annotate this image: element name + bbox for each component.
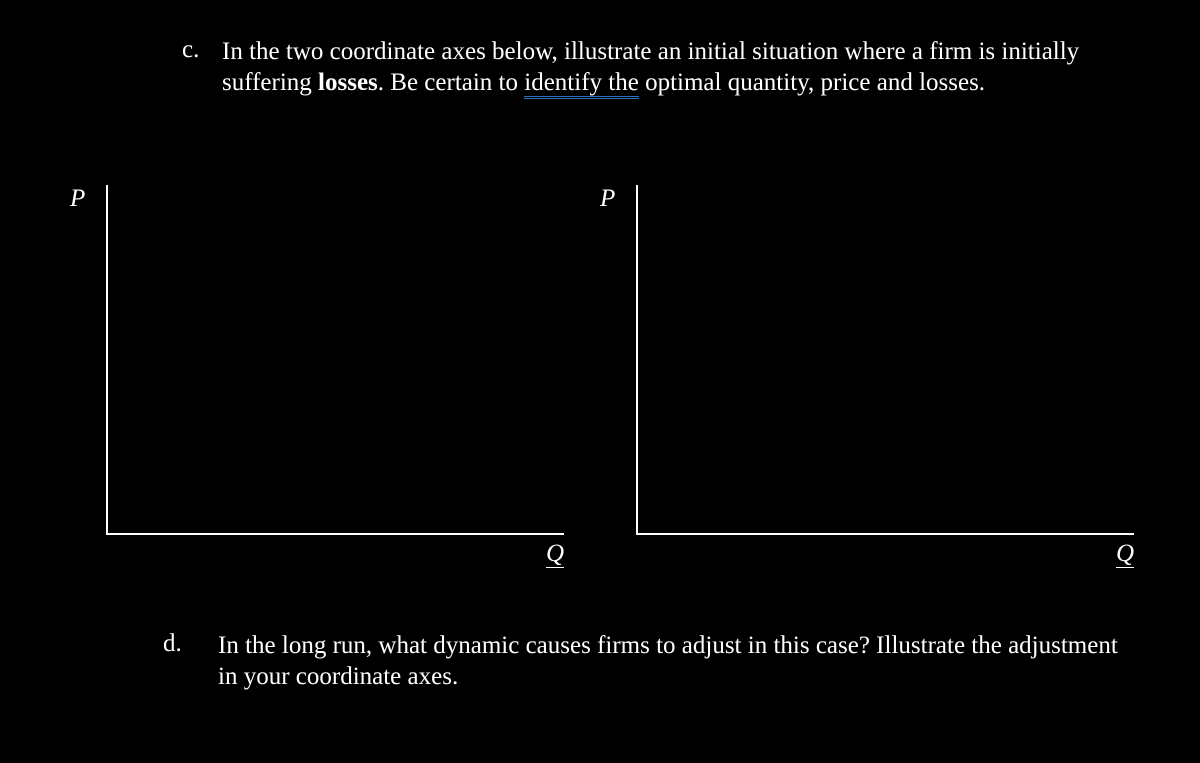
question-c-mid1: . Be certain to	[378, 69, 524, 96]
x-axis-label-right: Q	[1116, 540, 1134, 568]
x-axis-label-left: Q	[546, 540, 564, 568]
question-d-marker: d.	[163, 630, 218, 658]
question-d: d. In the long run, what dynamic causes …	[163, 630, 1123, 693]
question-c-bold: losses	[318, 69, 378, 96]
question-d-text: In the long run, what dynamic causes fir…	[218, 630, 1123, 693]
y-axis-label-right: P	[600, 185, 615, 213]
question-c-marker: c.	[182, 36, 222, 64]
question-c-post: optimal quantity, price and losses.	[639, 69, 985, 96]
x-axis-label-right-text: Q	[1116, 540, 1134, 568]
coordinate-axes-left	[106, 185, 564, 535]
coordinate-axes-right	[636, 185, 1134, 535]
x-axis-label-left-text: Q	[546, 540, 564, 568]
question-c-underlined: identify the	[524, 69, 639, 99]
question-c: c. In the two coordinate axes below, ill…	[182, 36, 1122, 99]
y-axis-label-left: P	[70, 185, 85, 213]
question-c-text: In the two coordinate axes below, illust…	[222, 36, 1122, 99]
